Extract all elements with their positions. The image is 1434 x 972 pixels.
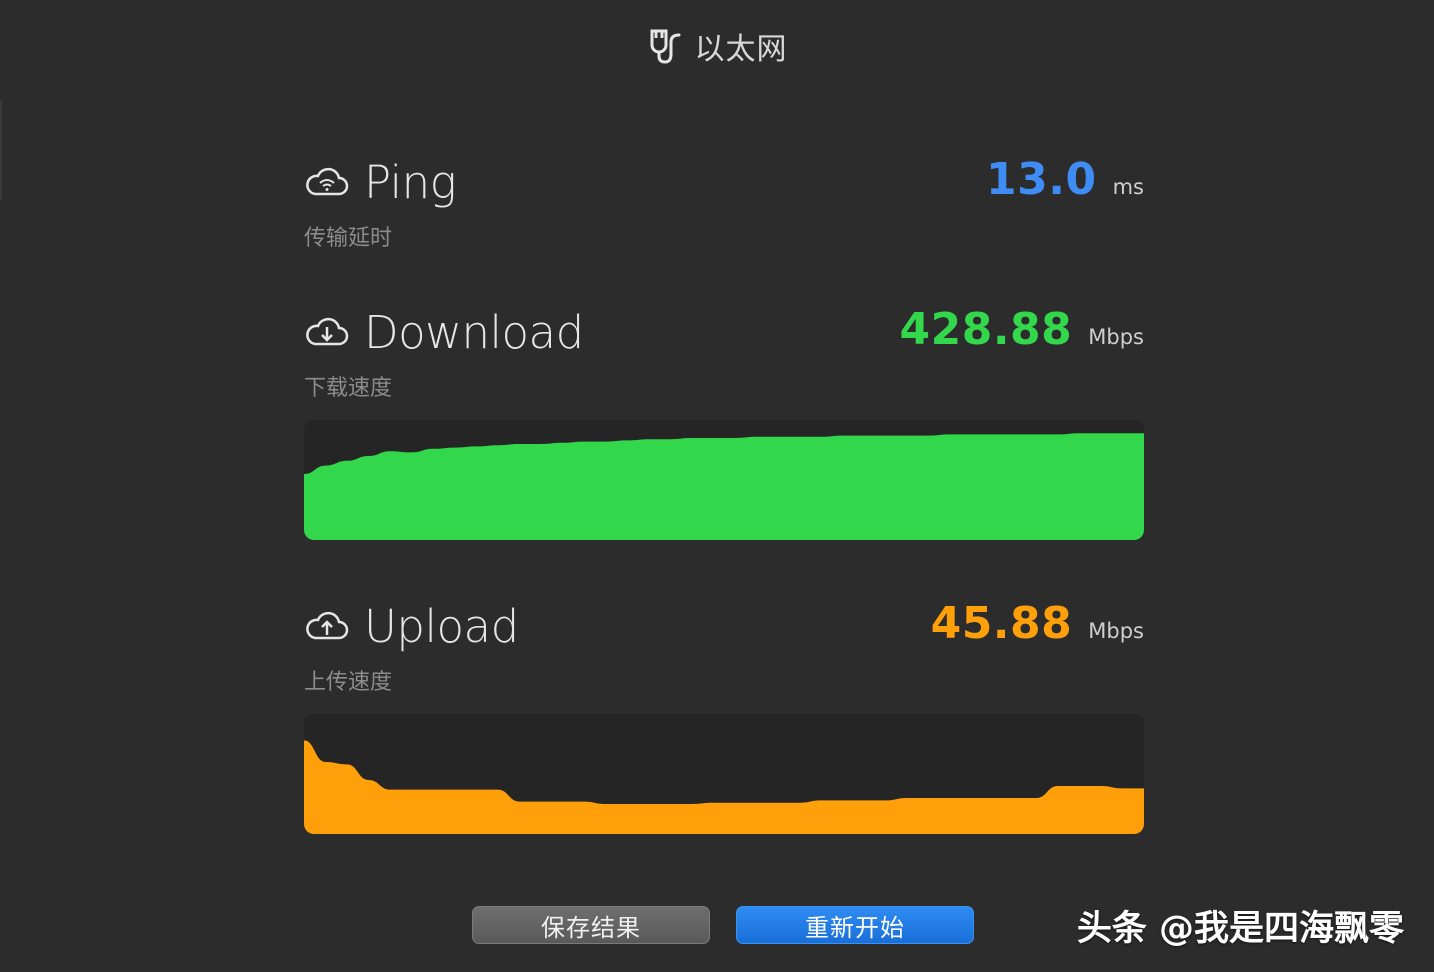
upload-graph — [304, 714, 1144, 834]
upload-unit: Mbps — [1088, 619, 1144, 643]
window-title: 以太网 — [694, 32, 788, 67]
download-graph-area — [304, 433, 1144, 540]
upload-sublabel: 上传速度 — [304, 670, 393, 695]
download-label: Download — [364, 305, 584, 359]
upload-section: Upload 45.88 Mbps 上传速度 — [304, 598, 1144, 696]
title-bar: 以太网 — [0, 24, 1434, 68]
download-value: 428.88 — [899, 304, 1073, 355]
download-section: Download 428.88 Mbps 下载速度 — [304, 304, 1144, 402]
save-results-button[interactable]: 保存结果 — [472, 906, 710, 944]
ping-section: Ping 13.0 ms 传输延时 — [304, 154, 1144, 252]
window-edge — [0, 100, 2, 200]
upload-value: 45.88 — [930, 598, 1073, 649]
ping-unit: ms — [1112, 175, 1144, 199]
upload-graph-area — [304, 740, 1144, 834]
ping-value: 13.0 — [986, 154, 1097, 205]
cloud-wifi-icon — [304, 165, 350, 199]
restart-button[interactable]: 重新开始 — [736, 906, 974, 944]
speedtest-window: 以太网 Ping 13.0 ms 传输延时 Download 428.88 Mb… — [0, 0, 1434, 972]
watermark: 头条 @我是四海飘零 — [1076, 909, 1404, 949]
download-sublabel: 下载速度 — [304, 376, 393, 401]
ping-label: Ping — [364, 155, 457, 209]
upload-label: Upload — [364, 599, 519, 653]
ping-sublabel: 传输延时 — [304, 226, 393, 251]
cloud-download-icon — [304, 315, 350, 349]
ethernet-plug-icon — [647, 27, 685, 65]
cloud-upload-icon — [304, 609, 350, 643]
download-unit: Mbps — [1088, 325, 1144, 349]
download-graph — [304, 420, 1144, 540]
